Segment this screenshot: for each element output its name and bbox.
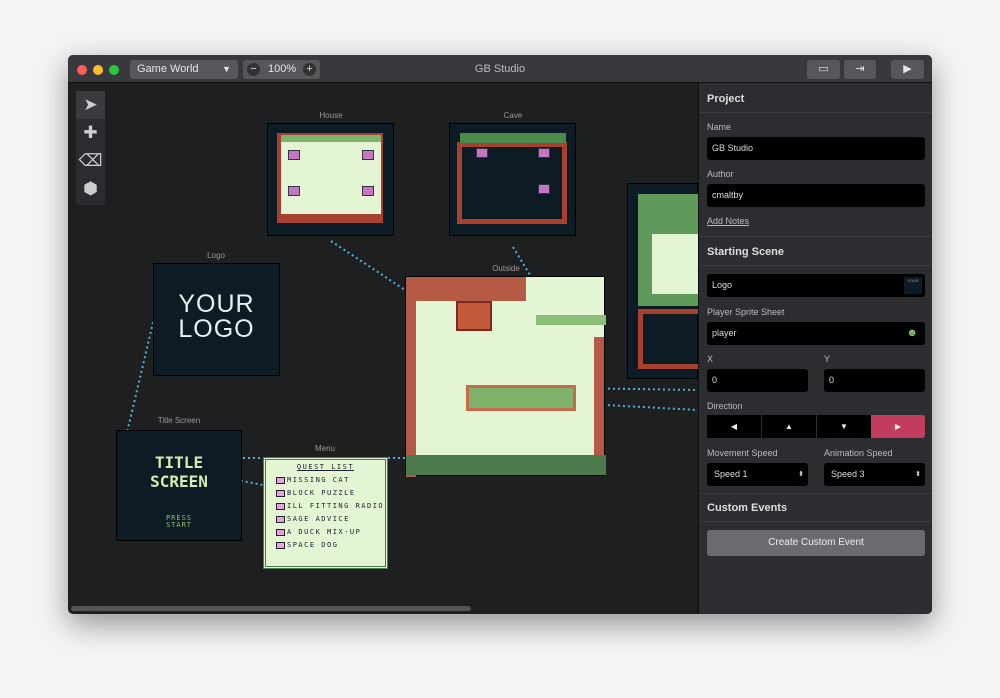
project-sidebar: Project Name GB Studio Author cmaltby Ad… xyxy=(698,83,932,614)
scene-label-outside: Outside xyxy=(492,264,520,273)
play-button[interactable]: ▶ xyxy=(891,60,924,79)
scene-label-house: House xyxy=(319,111,343,120)
play-icon: ▶ xyxy=(903,63,912,75)
custom-events-heading: Custom Events xyxy=(707,502,788,514)
menu-header: QUEST LIST xyxy=(296,463,355,471)
menu-item: BLOCK PUZZLE xyxy=(276,489,385,497)
zoom-in-button[interactable]: + xyxy=(303,63,316,76)
movement-speed-value: Speed 1 xyxy=(714,469,748,479)
scene-house[interactable] xyxy=(267,123,394,236)
app-window: GB Studio Game World ▼ − 100% + ▭ ⇥ ▶ ➤ ✚… xyxy=(68,55,932,614)
menu-item-label: SPACE DOG xyxy=(287,541,339,549)
menu-item: MISSING CAT xyxy=(276,476,385,484)
menu-item: A DUCK MIX-UP xyxy=(276,528,385,536)
animation-speed-value: Speed 3 xyxy=(831,469,865,479)
scene-label-title-screen: Title Screen xyxy=(157,416,201,425)
scene-label-menu: Menu xyxy=(314,444,335,453)
x-input[interactable]: 0 xyxy=(707,369,808,392)
scene-title-screen[interactable]: TITLE SCREEN PRESS START xyxy=(116,430,242,541)
animation-speed-select[interactable]: Speed 3 ⬍ xyxy=(824,463,925,486)
horizontal-scrollbar[interactable] xyxy=(71,606,471,611)
eraser-icon[interactable]: ⌫ xyxy=(76,147,105,175)
tool-palette: ➤ ✚ ⌫ ⬢ xyxy=(76,91,105,205)
scene-label-logo: Logo xyxy=(207,251,225,260)
direction-down-button[interactable]: ▼ xyxy=(817,415,871,438)
direction-up-button[interactable]: ▲ xyxy=(762,415,816,438)
checkbox-icon xyxy=(276,528,285,536)
create-custom-event-button[interactable]: Create Custom Event xyxy=(707,530,925,556)
world-canvas[interactable]: ➤ ✚ ⌫ ⬢ House Cave Logo YOUR LOGO Outsid… xyxy=(68,83,699,614)
starting-scene-select[interactable]: Logo YOUR xyxy=(707,274,925,297)
cube-icon[interactable]: ⬢ xyxy=(76,175,105,203)
add-plus-icon[interactable]: ✚ xyxy=(76,119,105,147)
scene-outside[interactable] xyxy=(405,276,606,477)
checkbox-icon xyxy=(276,541,285,549)
menu-item-label: MISSING CAT xyxy=(287,476,350,484)
x-label: X xyxy=(707,354,714,364)
checkbox-icon xyxy=(276,502,285,510)
zoom-control: − 100% + xyxy=(243,60,320,79)
starting-scene-value: Logo xyxy=(712,280,733,290)
checkbox-icon xyxy=(276,515,285,523)
add-notes-link[interactable]: Add Notes xyxy=(707,216,749,226)
scene-label-cave: Cave xyxy=(503,111,523,120)
direction-label: Direction xyxy=(707,401,743,411)
y-label: Y xyxy=(824,354,831,364)
scene-menu[interactable]: QUEST LIST MISSING CAT BLOCK PUZZLE ILL FI… xyxy=(263,457,388,569)
sprite-sheet-label: Player Sprite Sheet xyxy=(707,307,785,317)
author-input[interactable]: cmaltby xyxy=(707,184,925,207)
movement-speed-label: Movement Speed xyxy=(707,448,778,458)
checkbox-icon xyxy=(276,489,285,497)
menu-item-label: BLOCK PUZZLE xyxy=(287,489,356,497)
scene-partial-right[interactable] xyxy=(627,183,699,379)
menu-item-label: SAGE ADVICE xyxy=(287,515,350,523)
animation-speed-label: Animation Speed xyxy=(824,448,893,458)
menu-item: SAGE ADVICE xyxy=(276,515,385,523)
export-icon: ⇥ xyxy=(855,63,865,75)
chevron-down-icon: ▼ xyxy=(222,64,231,74)
menu-item-label: ILL FITTING RADIO xyxy=(287,502,385,510)
titlebar: GB Studio Game World ▼ − 100% + ▭ ⇥ ▶ xyxy=(68,55,932,83)
scene-cave[interactable] xyxy=(449,123,576,236)
open-folder-button[interactable]: ▭ xyxy=(807,60,840,79)
logo-text-line2: LOGO xyxy=(178,315,255,343)
start-text: START xyxy=(165,521,193,529)
project-heading: Project xyxy=(707,93,745,105)
export-button[interactable]: ⇥ xyxy=(844,60,876,79)
scene-logo[interactable]: YOUR LOGO xyxy=(153,263,280,376)
world-select-value: Game World xyxy=(137,63,199,75)
sprite-sheet-value: player xyxy=(712,328,737,338)
folder-icon: ▭ xyxy=(818,63,829,75)
menu-item-label: A DUCK MIX-UP xyxy=(287,528,362,536)
title-text-line2: SCREEN xyxy=(150,472,208,491)
menu-item: ILL FITTING RADIO xyxy=(276,502,385,510)
logo-text-line1: YOUR xyxy=(178,290,255,318)
title-text-line1: TITLE xyxy=(154,453,204,472)
name-label: Name xyxy=(707,122,732,132)
starting-scene-heading: Starting Scene xyxy=(707,246,785,258)
world-select[interactable]: Game World ▼ xyxy=(130,60,238,79)
name-input[interactable]: GB Studio xyxy=(707,137,925,160)
zoom-out-button[interactable]: − xyxy=(247,63,260,76)
y-input[interactable]: 0 xyxy=(824,369,925,392)
checkbox-icon xyxy=(276,476,285,484)
movement-speed-select[interactable]: Speed 1 ⬍ xyxy=(707,463,808,486)
logo-thumbnail: YOUR xyxy=(904,277,922,294)
updown-icon: ⬍ xyxy=(798,471,804,478)
direction-right-button[interactable]: ▶ xyxy=(871,415,925,438)
updown-icon: ⬍ xyxy=(915,471,921,478)
direction-left-button[interactable]: ◀ xyxy=(707,415,761,438)
select-arrow-icon[interactable]: ➤ xyxy=(76,91,105,119)
zoom-level: 100% xyxy=(268,63,297,75)
player-sprite-icon: ☻ xyxy=(906,327,918,339)
author-label: Author xyxy=(707,169,734,179)
menu-item: SPACE DOG xyxy=(276,541,385,549)
sprite-sheet-select[interactable]: player ☻ xyxy=(707,322,925,345)
